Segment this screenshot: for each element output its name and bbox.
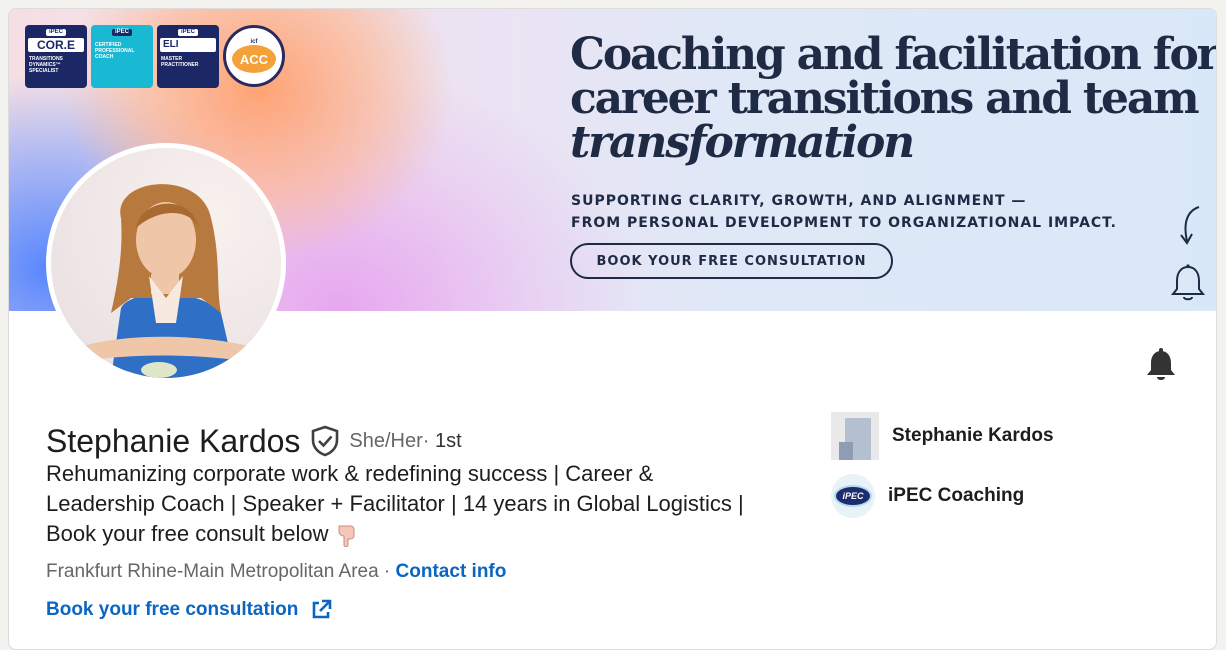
- profile-photo-image: [51, 148, 281, 378]
- bell-outline-icon: [1170, 264, 1206, 301]
- profile-name: Stephanie Kardos: [46, 423, 301, 459]
- school-name: iPEC Coaching: [888, 485, 1025, 506]
- profile-headline: Rehumanizing corporate work & redefining…: [46, 459, 806, 549]
- banner-headline: Coaching and facilitation for career tra…: [570, 29, 1217, 168]
- contact-info-link[interactable]: Contact info: [396, 561, 507, 582]
- location-row: Frankfurt Rhine-Main Metropolitan Area ·…: [46, 561, 507, 582]
- banner-consultation-button: BOOK YOUR FREE CONSULTATION: [570, 243, 893, 279]
- connection-degree: · 1st: [422, 429, 462, 452]
- pointing-down-emoji-icon: [338, 525, 354, 548]
- banner-subline: SUPPORTING CLARITY, GROWTH, AND ALIGNMEN…: [571, 193, 1117, 231]
- curved-arrow-icon: [1180, 206, 1200, 245]
- eli-badge: iPEC ELI MASTER PRACTITIONER: [157, 25, 219, 88]
- portrait-illustration: [76, 184, 256, 378]
- icf-acc-badge: icf ACC: [223, 25, 285, 87]
- company-logo: [831, 412, 879, 460]
- profile-card: iPEC COR.E TRANSITIONS DYNAMICS™ SPECIAL…: [8, 8, 1217, 650]
- school-logo: iPEC: [831, 474, 875, 518]
- core-badge: iPEC COR.E TRANSITIONS DYNAMICS™ SPECIAL…: [25, 25, 87, 88]
- company-name: Stephanie Kardos: [892, 425, 1054, 446]
- pronouns: She/Her: [349, 429, 423, 452]
- name-row: Stephanie Kardos She/Her · 1st: [46, 421, 462, 461]
- credential-badges: iPEC COR.E TRANSITIONS DYNAMICS™ SPECIAL…: [25, 25, 285, 88]
- external-link-icon[interactable]: [310, 599, 332, 621]
- current-company-item[interactable]: Stephanie Kardos: [831, 412, 1054, 460]
- consultation-link[interactable]: Book your free consultation: [46, 599, 298, 621]
- profile-photo[interactable]: [46, 143, 286, 383]
- location: Frankfurt Rhine-Main Metropolitan Area: [46, 561, 379, 582]
- education-item[interactable]: iPEC iPEC Coaching: [831, 474, 1024, 518]
- cpc-badge: iPEC CERTIFIED PROFESSIONAL COACH: [91, 25, 153, 88]
- shield-check-icon[interactable]: [310, 425, 340, 457]
- bell-icon[interactable]: [1144, 347, 1178, 383]
- website-row: Book your free consultation: [46, 599, 332, 621]
